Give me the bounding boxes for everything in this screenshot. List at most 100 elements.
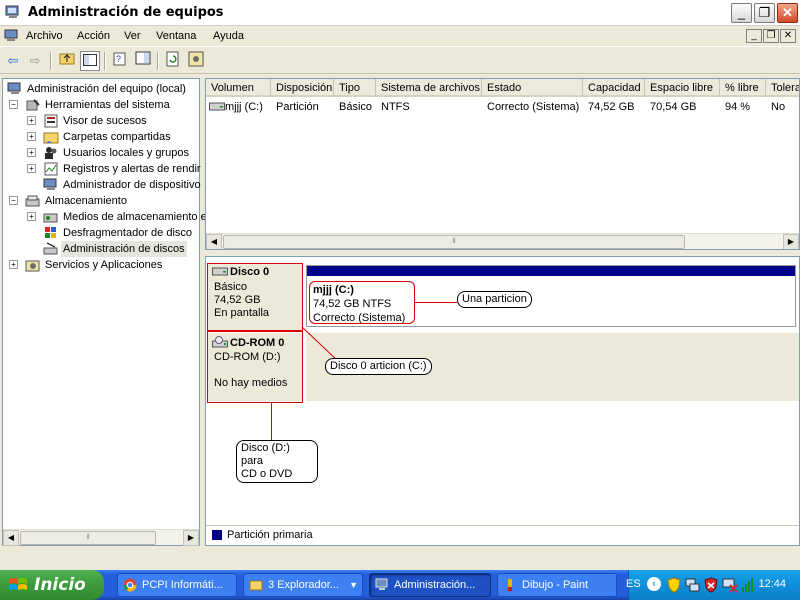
- expand-icon[interactable]: +: [27, 164, 36, 173]
- close-button[interactable]: ✕: [777, 3, 798, 23]
- expand-icon[interactable]: +: [27, 212, 36, 221]
- collapse-icon[interactable]: −: [9, 196, 18, 205]
- settings-icon[interactable]: [186, 51, 206, 71]
- column-header-type[interactable]: Tipo: [334, 79, 376, 97]
- clock[interactable]: 12:44: [758, 578, 786, 590]
- services-icon: [25, 260, 40, 272]
- column-header-percent-free[interactable]: % libre: [720, 79, 766, 97]
- language-indicator[interactable]: ES: [626, 578, 641, 590]
- scroll-right-icon[interactable]: ▶: [183, 530, 199, 546]
- collapse-icon[interactable]: −: [9, 100, 18, 109]
- menu-ventana[interactable]: Ventana: [156, 30, 196, 42]
- menu-archivo[interactable]: Archivo: [26, 30, 63, 42]
- column-header-capacity[interactable]: Capacidad: [583, 79, 645, 97]
- expand-icon[interactable]: +: [9, 260, 18, 269]
- cell-capacity: 74,52 GB: [588, 101, 635, 113]
- computer-icon: [7, 82, 21, 94]
- column-header-layout[interactable]: Disposición: [271, 79, 334, 97]
- partition-color-bar: [307, 266, 795, 276]
- child-window-icon[interactable]: [4, 29, 19, 42]
- column-header-status[interactable]: Estado: [482, 79, 583, 97]
- removable-storage-icon: [43, 213, 58, 223]
- scroll-thumb[interactable]: ⦀: [20, 531, 156, 545]
- paint-icon: [508, 579, 512, 591]
- task-computer-management[interactable]: Administración...: [369, 573, 491, 597]
- window-title: Administración de equipos: [28, 5, 224, 20]
- column-header-fault-tolerance[interactable]: Tolera: [766, 79, 799, 97]
- defragmenter-icon: [45, 227, 56, 238]
- help-pane-icon[interactable]: [133, 51, 153, 71]
- task-paint[interactable]: Dibujo - Paint: [497, 573, 617, 597]
- group-dropdown-icon: ▼: [349, 580, 358, 590]
- refresh-icon[interactable]: [163, 51, 183, 71]
- scroll-thumb[interactable]: ⦀: [223, 235, 685, 249]
- cell-status: Correcto (Sistema): [487, 101, 580, 113]
- scroll-right-icon[interactable]: ▶: [783, 234, 799, 249]
- chrome-icon: [123, 578, 137, 592]
- child-close-button[interactable]: ✕: [780, 29, 796, 43]
- child-minimize-button[interactable]: _: [746, 29, 762, 43]
- cell-layout: Partición: [276, 101, 319, 113]
- cdrom-leader-line: [271, 403, 272, 441]
- users-icon: [45, 147, 57, 159]
- toolbar-separator: [104, 52, 106, 70]
- restore-button[interactable]: ❐: [754, 3, 775, 23]
- taskbar: Inicio PCPI Informáti... 3 Explorador...…: [0, 570, 800, 600]
- tree-horizontal-scrollbar[interactable]: ◀ ⦀ ▶: [3, 529, 199, 546]
- callout-partition: Una particion: [457, 291, 532, 308]
- list-horizontal-scrollbar[interactable]: ◀ ⦀ ▶: [206, 233, 799, 249]
- show-hide-tree-icon[interactable]: [80, 51, 100, 71]
- start-label: Inicio: [34, 575, 86, 595]
- cell-filesystem: NTFS: [381, 101, 410, 113]
- volume-list: Volumen Disposición Tipo Sistema de arch…: [205, 78, 800, 250]
- toolbar-separator: [50, 52, 52, 70]
- menu-accion[interactable]: Acción: [77, 30, 110, 42]
- callout-disk0: Disco 0 articion (C:): [325, 358, 432, 375]
- computer-management-icon: [375, 578, 388, 590]
- minimize-button[interactable]: _: [731, 3, 752, 23]
- scroll-left-icon[interactable]: ◀: [206, 234, 222, 249]
- svg-text:?: ?: [116, 54, 121, 64]
- task-chrome[interactable]: PCPI Informáti...: [117, 573, 237, 597]
- security-alert-icon[interactable]: [704, 577, 718, 593]
- cell-type: Básico: [339, 101, 373, 113]
- menu-ayuda[interactable]: Ayuda: [213, 30, 244, 42]
- primary-partition-swatch: [212, 530, 222, 540]
- disk0-highlight: [207, 263, 303, 331]
- back-arrow-icon[interactable]: ⇦: [3, 51, 23, 71]
- cell-percent-free: 94 %: [725, 101, 751, 113]
- partition-highlight: [309, 281, 415, 324]
- shield-icon[interactable]: [667, 577, 681, 593]
- start-button[interactable]: Inicio: [0, 570, 104, 600]
- storage-icon: [25, 195, 40, 207]
- computer-management-icon: [5, 5, 19, 18]
- disconnected-network-icon[interactable]: [722, 577, 738, 593]
- expand-icon[interactable]: +: [27, 148, 36, 157]
- properties-icon[interactable]: ?: [110, 51, 130, 71]
- expand-icon[interactable]: +: [27, 132, 36, 141]
- event-viewer-icon: [44, 114, 58, 128]
- menu-ver[interactable]: Ver: [124, 30, 141, 42]
- scroll-left-icon[interactable]: ◀: [3, 530, 19, 546]
- task-explorer-group[interactable]: 3 Explorador... ▼: [243, 573, 363, 597]
- folder-icon: [249, 580, 263, 591]
- disk-management-icon: [43, 242, 58, 255]
- tray-expand-icon[interactable]: ‹: [647, 577, 661, 591]
- performance-logs-icon: [44, 162, 58, 176]
- legend: Partición primaria: [206, 525, 799, 545]
- wireless-signal-icon[interactable]: [741, 577, 755, 593]
- partition-leader-line: [415, 302, 457, 303]
- toolbar: ⇦ ⇨ ?: [0, 48, 800, 74]
- forward-arrow-icon[interactable]: ⇨: [25, 51, 45, 71]
- column-header-filesystem[interactable]: Sistema de archivos: [376, 79, 482, 97]
- shared-folder-icon: [43, 132, 59, 144]
- expand-icon[interactable]: +: [27, 116, 36, 125]
- child-restore-button[interactable]: ❐: [763, 29, 779, 43]
- cdrom-highlight: [207, 331, 303, 403]
- column-header-free-space[interactable]: Espacio libre: [645, 79, 720, 97]
- callout-cdrom: Disco (D:) para CD o DVD: [236, 440, 318, 483]
- column-header-volume[interactable]: Volumen: [206, 79, 271, 97]
- network-icon[interactable]: [685, 577, 701, 593]
- cell-fault-tolerance: No: [771, 101, 786, 113]
- up-folder-icon[interactable]: [57, 51, 77, 71]
